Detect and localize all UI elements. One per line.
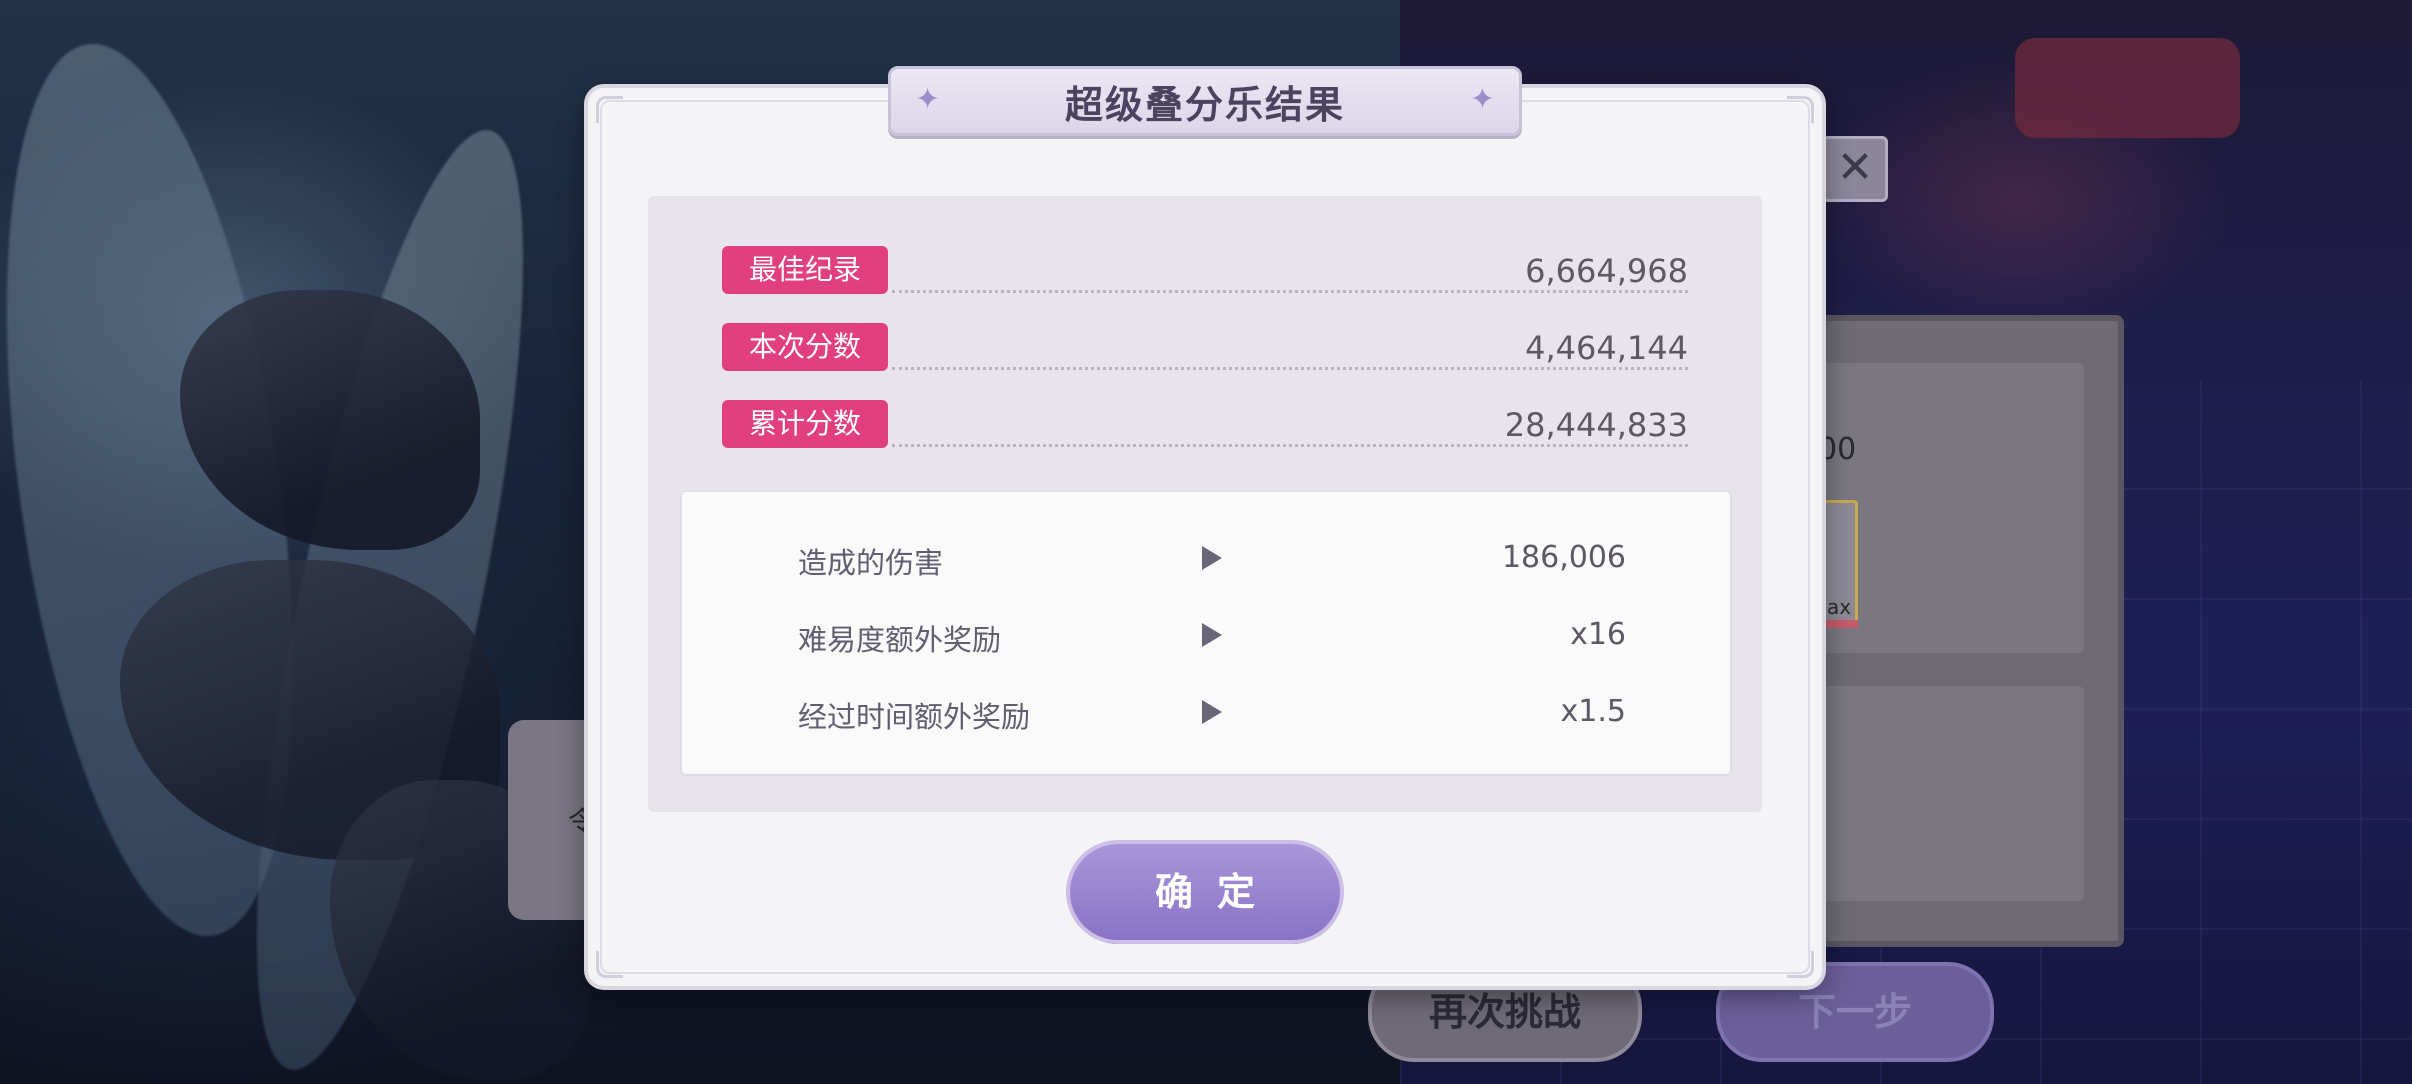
current-score-label: 本次分数: [722, 323, 888, 371]
breakdown-label: 造成的伤害: [798, 546, 944, 580]
best-record-value: 6,664,968: [1525, 252, 1688, 290]
score-row-current: 本次分数 4,464,144: [722, 323, 1688, 383]
background-card-bar: [1822, 620, 1858, 628]
breakdown-value: x1.5: [1560, 694, 1626, 729]
score-breakdown: 造成的伤害 186,006 难易度额外奖励 x16 经过时间额外奖励 x1.5: [682, 492, 1730, 774]
title-plate: ✦ 超级叠分乐结果 ✦: [888, 66, 1522, 136]
current-score-value: 4,464,144: [1525, 329, 1688, 367]
background-card-text: ax: [1827, 595, 1852, 619]
breakdown-row-time: 经过时间额外奖励 x1.5: [682, 686, 1730, 736]
frame-corner: [1787, 951, 1814, 978]
dotted-divider: [892, 290, 1688, 293]
breakdown-value: 186,006: [1501, 540, 1626, 575]
score-row-best: 最佳纪录 6,664,968: [722, 246, 1688, 306]
close-icon[interactable]: ✕: [1822, 136, 1888, 202]
dialog-title: 超级叠分乐结果: [1064, 82, 1345, 127]
play-arrow-icon: [1202, 623, 1222, 647]
breakdown-value: x16: [1570, 617, 1626, 652]
score-row-total: 累计分数 28,444,833: [722, 400, 1688, 460]
total-score-value: 28,444,833: [1504, 406, 1688, 444]
background-card: ax: [1822, 500, 1858, 626]
frame-corner: [596, 96, 623, 123]
breakdown-label: 难易度额外奖励: [798, 623, 1002, 657]
breakdown-label: 经过时间额外奖励: [798, 700, 1031, 734]
total-score-label: 累计分数: [722, 400, 888, 448]
sparkle-icon: ✦: [1469, 82, 1495, 117]
background-left-panel: 令: [508, 720, 598, 920]
frame-corner: [1787, 96, 1814, 123]
confirm-button[interactable]: 确定: [1070, 844, 1340, 940]
play-arrow-icon: [1202, 546, 1222, 570]
background-panel-section: [1780, 686, 2084, 901]
score-content: 最佳纪录 6,664,968 本次分数 4,464,144 累计分数 28,44…: [648, 196, 1762, 812]
sparkle-icon: ✦: [915, 82, 941, 117]
play-arrow-icon: [1202, 700, 1222, 724]
breakdown-row-damage: 造成的伤害 186,006: [682, 532, 1730, 582]
best-record-label: 最佳纪录: [722, 246, 888, 294]
result-dialog: ✦ 超级叠分乐结果 ✦ 最佳纪录 6,664,968 本次分数 4,464,14…: [588, 66, 1822, 986]
dotted-divider: [892, 444, 1688, 447]
dotted-divider: [892, 367, 1688, 370]
frame-corner: [596, 951, 623, 978]
breakdown-row-difficulty: 难易度额外奖励 x16: [682, 609, 1730, 659]
background-panel-text: 00: [1818, 432, 1857, 467]
